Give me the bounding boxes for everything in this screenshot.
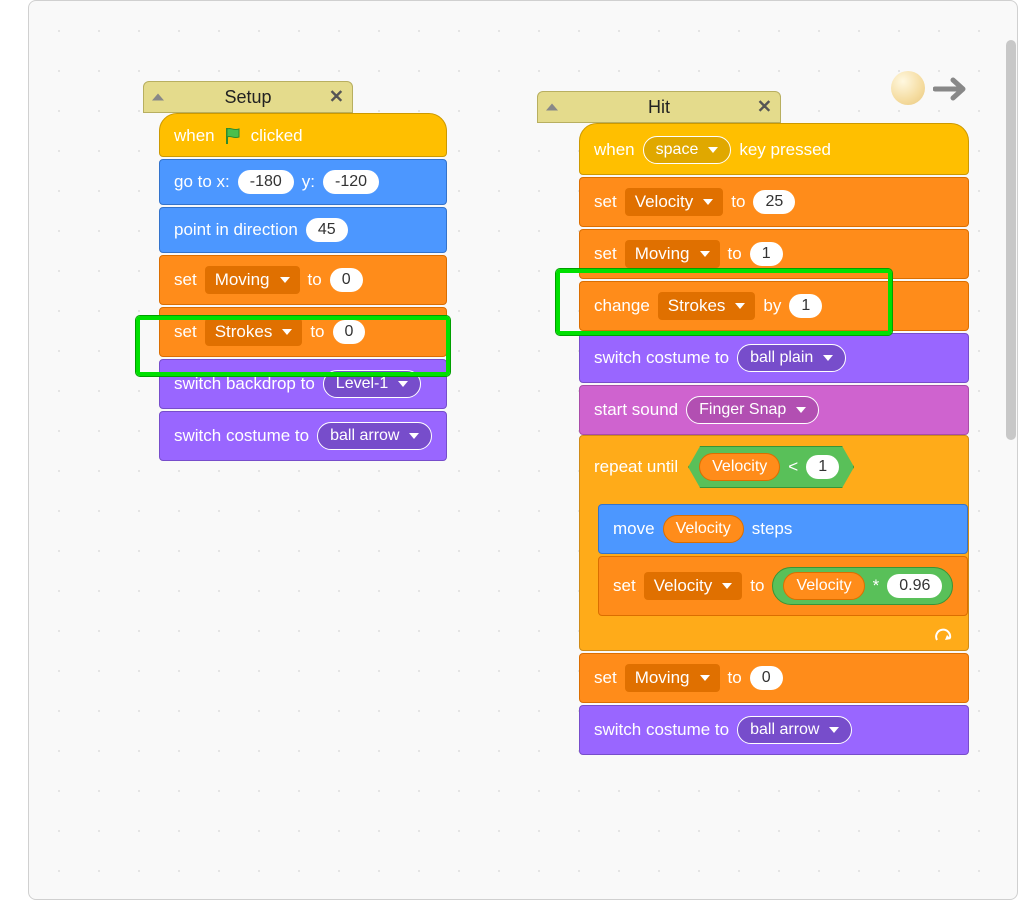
variable-dropdown[interactable]: Moving <box>625 240 720 268</box>
label: set <box>174 322 197 342</box>
set-moving-block[interactable]: set Moving to 1 <box>579 229 969 279</box>
value-input[interactable]: 1 <box>789 294 822 318</box>
value-input[interactable]: 1 <box>806 455 839 479</box>
label: switch costume to <box>594 348 729 368</box>
value-input[interactable]: 0 <box>750 666 783 690</box>
comment-collapse-icon[interactable] <box>546 104 558 111</box>
direction-input[interactable]: 45 <box>306 218 348 242</box>
less-than-operator[interactable]: Velocity < 1 <box>688 446 854 488</box>
set-velocity-block[interactable]: set Velocity to 25 <box>579 177 969 227</box>
script-canvas[interactable]: Setup ✕ when clicked go to x: -180 y: -1… <box>28 0 1018 900</box>
switch-costume-block-2[interactable]: switch costume to ball arrow <box>579 705 969 755</box>
label: to <box>728 244 742 264</box>
variable-dropdown[interactable]: Strokes <box>658 292 756 320</box>
label: key pressed <box>739 140 831 160</box>
multiply-operator[interactable]: Velocity * 0.96 <box>772 567 953 605</box>
x-input[interactable]: -180 <box>238 170 294 194</box>
set-strokes-block[interactable]: set Strokes to 0 <box>159 307 447 357</box>
scrollbar[interactable] <box>1006 40 1016 440</box>
label: switch costume to <box>174 426 309 446</box>
switch-costume-block[interactable]: switch costume to ball plain <box>579 333 969 383</box>
sprite-thumbnail[interactable] <box>891 71 925 105</box>
move-steps-block[interactable]: move Velocity steps <box>598 504 968 554</box>
sound-dropdown[interactable]: Finger Snap <box>686 396 819 424</box>
comment-collapse-icon[interactable] <box>152 94 164 101</box>
velocity-reporter[interactable]: Velocity <box>699 453 780 481</box>
set-moving-block-2[interactable]: set Moving to 0 <box>579 653 969 703</box>
switch-costume-block[interactable]: switch costume to ball arrow <box>159 411 447 461</box>
label: switch costume to <box>594 720 729 740</box>
set-velocity-mul-block[interactable]: set Velocity to Velocity * 0.96 <box>598 556 968 616</box>
green-flag-icon <box>223 126 243 146</box>
repeat-until-block[interactable]: repeat until Velocity < 1 move Velocity … <box>579 435 969 651</box>
label: to <box>310 322 324 342</box>
value-input[interactable]: 1 <box>750 242 783 266</box>
label: set <box>594 192 617 212</box>
when-key-pressed-block[interactable]: when space key pressed <box>579 123 969 175</box>
operator-symbol: < <box>788 457 798 477</box>
comment-hit[interactable]: Hit ✕ <box>537 91 781 123</box>
velocity-reporter[interactable]: Velocity <box>783 572 864 600</box>
label: when <box>594 140 635 160</box>
label: set <box>613 576 636 596</box>
loop-arrow-icon <box>934 628 954 644</box>
variable-dropdown[interactable]: Velocity <box>644 572 743 600</box>
comment-title: Setup <box>224 87 271 108</box>
goto-xy-block[interactable]: go to x: -180 y: -120 <box>159 159 447 205</box>
when-flag-clicked-block[interactable]: when clicked <box>159 113 447 157</box>
key-dropdown[interactable]: space <box>643 136 732 164</box>
next-arrow-icon[interactable] <box>933 75 969 103</box>
point-direction-block[interactable]: point in direction 45 <box>159 207 447 253</box>
label: clicked <box>251 126 303 146</box>
value-input[interactable]: 0 <box>333 320 366 344</box>
stack-setup[interactable]: when clicked go to x: -180 y: -120 point… <box>159 113 447 461</box>
variable-dropdown[interactable]: Moving <box>205 266 300 294</box>
label: set <box>594 668 617 688</box>
variable-dropdown[interactable]: Velocity <box>625 188 724 216</box>
label: set <box>174 270 197 290</box>
comment-close-icon[interactable]: ✕ <box>757 97 772 118</box>
backdrop-dropdown[interactable]: Level-1 <box>323 370 421 398</box>
operator-symbol: * <box>873 576 880 596</box>
label: repeat until <box>594 457 678 477</box>
stack-hit[interactable]: when space key pressed set Velocity to 2… <box>579 123 969 755</box>
label: to <box>308 270 322 290</box>
change-strokes-block[interactable]: change Strokes by 1 <box>579 281 969 331</box>
label: to <box>750 576 764 596</box>
switch-backdrop-block[interactable]: switch backdrop to Level-1 <box>159 359 447 409</box>
label: to <box>728 668 742 688</box>
set-moving-block[interactable]: set Moving to 0 <box>159 255 447 305</box>
label: start sound <box>594 400 678 420</box>
label: when <box>174 126 215 146</box>
comment-title: Hit <box>648 97 670 118</box>
value-input[interactable]: 0.96 <box>887 574 942 598</box>
label: go to x: <box>174 172 230 192</box>
label: to <box>731 192 745 212</box>
label: steps <box>752 519 793 539</box>
costume-dropdown[interactable]: ball arrow <box>737 716 852 744</box>
label: move <box>613 519 655 539</box>
label: point in direction <box>174 220 298 240</box>
costume-dropdown[interactable]: ball plain <box>737 344 846 372</box>
label: switch backdrop to <box>174 374 315 394</box>
comment-setup[interactable]: Setup ✕ <box>143 81 353 113</box>
label: by <box>763 296 781 316</box>
y-input[interactable]: -120 <box>323 170 379 194</box>
label: y: <box>302 172 315 192</box>
costume-dropdown[interactable]: ball arrow <box>317 422 432 450</box>
start-sound-block[interactable]: start sound Finger Snap <box>579 385 969 435</box>
velocity-reporter[interactable]: Velocity <box>663 515 744 543</box>
label: change <box>594 296 650 316</box>
value-input[interactable]: 0 <box>330 268 363 292</box>
label: set <box>594 244 617 264</box>
variable-dropdown[interactable]: Moving <box>625 664 720 692</box>
value-input[interactable]: 25 <box>753 190 795 214</box>
variable-dropdown[interactable]: Strokes <box>205 318 303 346</box>
comment-close-icon[interactable]: ✕ <box>329 87 344 108</box>
